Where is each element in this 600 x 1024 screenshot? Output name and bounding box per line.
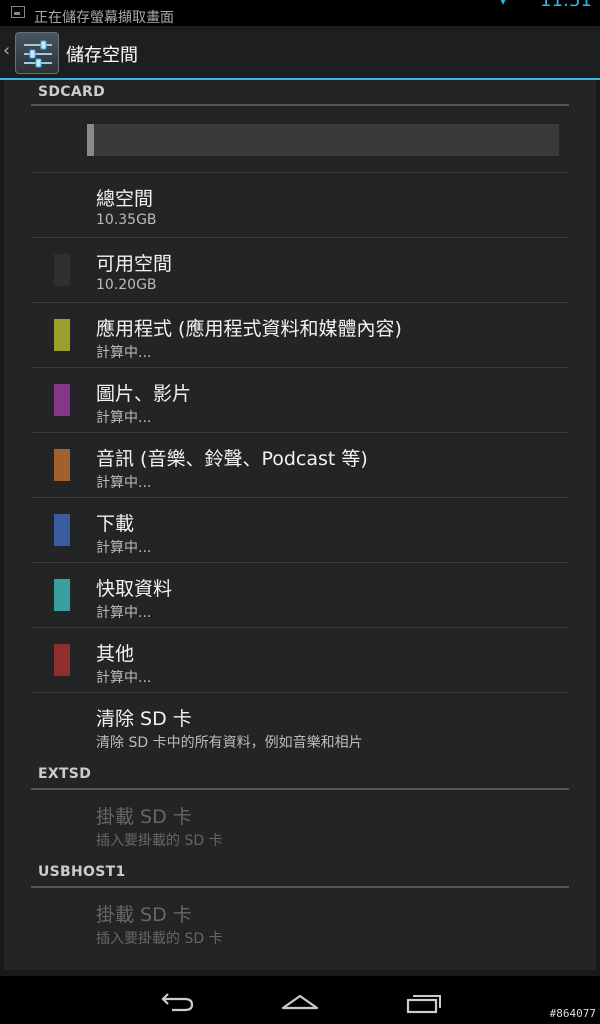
settings-sliders-icon[interactable]: [15, 32, 59, 74]
downloads-storage-summary: 計算中...: [96, 540, 152, 556]
available-color-swatch: [54, 254, 70, 286]
mount-extsd-button[interactable]: 掛載 SD 卡 插入要掛載的 SD 卡: [31, 791, 569, 855]
status-notification-text: 正在儲存螢幕擷取畫面: [34, 10, 174, 26]
up-navigation-icon[interactable]: ‹: [3, 40, 10, 61]
misc-color-swatch: [54, 644, 70, 676]
erase-sd-card-summary: 清除 SD 卡中的所有資料，例如音樂和相片: [96, 735, 363, 751]
pictures-storage-item[interactable]: 圖片、影片 計算中...: [31, 368, 569, 432]
mount-usbhost1-button[interactable]: 掛載 SD 卡 插入要掛載的 SD 卡: [31, 889, 569, 953]
misc-storage-item[interactable]: 其他 計算中...: [31, 628, 569, 692]
apps-storage-item[interactable]: 應用程式 (應用程式資料和媒體內容) 計算中...: [31, 303, 569, 367]
misc-storage-summary: 計算中...: [96, 670, 152, 686]
downloads-color-swatch: [54, 514, 70, 546]
audio-storage-summary: 計算中...: [96, 475, 152, 491]
action-bar: ‹ 儲存空間: [0, 26, 600, 80]
erase-sd-card-title: 清除 SD 卡: [96, 708, 192, 730]
mount-extsd-title: 掛載 SD 卡: [96, 806, 192, 828]
available-space-value: 10.20GB: [96, 277, 157, 293]
audio-storage-title: 音訊 (音樂、鈴聲、Podcast 等): [96, 448, 368, 470]
storage-settings-content: SDCARD 總空間 10.35GB 可用空間 10.20GB 應用程式 (應用…: [0, 80, 600, 976]
cache-storage-summary: 計算中...: [96, 605, 152, 621]
cache-storage-item[interactable]: 快取資料 計算中...: [31, 563, 569, 627]
section-divider: [31, 886, 569, 888]
status-bar: 正在儲存螢幕擷取畫面 ▾ 11:51: [0, 0, 600, 26]
mount-usbhost1-title: 掛載 SD 卡: [96, 904, 192, 926]
wifi-icon: ▾: [500, 0, 507, 8]
storage-usage-bar: [87, 124, 559, 156]
back-icon[interactable]: [158, 986, 198, 1014]
available-space-title: 可用空間: [96, 253, 173, 275]
home-icon[interactable]: [280, 986, 320, 1014]
available-space-item: 可用空間 10.20GB: [31, 238, 569, 302]
section-divider: [31, 104, 569, 106]
section-header-extsd: EXTSD: [38, 766, 92, 782]
mount-extsd-summary: 插入要掛載的 SD 卡: [96, 833, 223, 849]
page-title: 儲存空間: [66, 45, 138, 66]
pictures-storage-title: 圖片、影片: [96, 383, 192, 405]
pictures-color-swatch: [54, 384, 70, 416]
screenshot-notification-icon: [11, 6, 25, 18]
section-header-usbhost1: USBHOST1: [38, 864, 126, 880]
apps-color-swatch: [54, 319, 70, 351]
section-divider: [31, 788, 569, 790]
watermark: #864077: [549, 1007, 596, 1020]
storage-usage-bar-used: [87, 124, 95, 156]
cache-storage-title: 快取資料: [96, 578, 173, 600]
status-time: 11:51: [540, 0, 592, 11]
recent-apps-icon[interactable]: [404, 986, 444, 1014]
total-space-title: 總空間: [96, 188, 154, 210]
misc-storage-title: 其他: [96, 643, 135, 665]
downloads-storage-title: 下載: [96, 513, 135, 535]
audio-storage-item[interactable]: 音訊 (音樂、鈴聲、Podcast 等) 計算中...: [31, 433, 569, 497]
section-header-sdcard: SDCARD: [38, 84, 106, 100]
storage-list[interactable]: SDCARD 總空間 10.35GB 可用空間 10.20GB 應用程式 (應用…: [4, 80, 596, 970]
audio-color-swatch: [54, 449, 70, 481]
apps-storage-title: 應用程式 (應用程式資料和媒體內容): [96, 318, 402, 340]
total-space-item: 總空間 10.35GB: [31, 173, 569, 237]
navigation-bar: #864077: [0, 976, 600, 1024]
total-space-value: 10.35GB: [96, 212, 157, 228]
erase-sd-card-button[interactable]: 清除 SD 卡 清除 SD 卡中的所有資料，例如音樂和相片: [31, 693, 569, 757]
cache-color-swatch: [54, 579, 70, 611]
downloads-storage-item[interactable]: 下載 計算中...: [31, 498, 569, 562]
apps-storage-summary: 計算中...: [96, 345, 152, 361]
mount-usbhost1-summary: 插入要掛載的 SD 卡: [96, 931, 223, 947]
pictures-storage-summary: 計算中...: [96, 410, 152, 426]
